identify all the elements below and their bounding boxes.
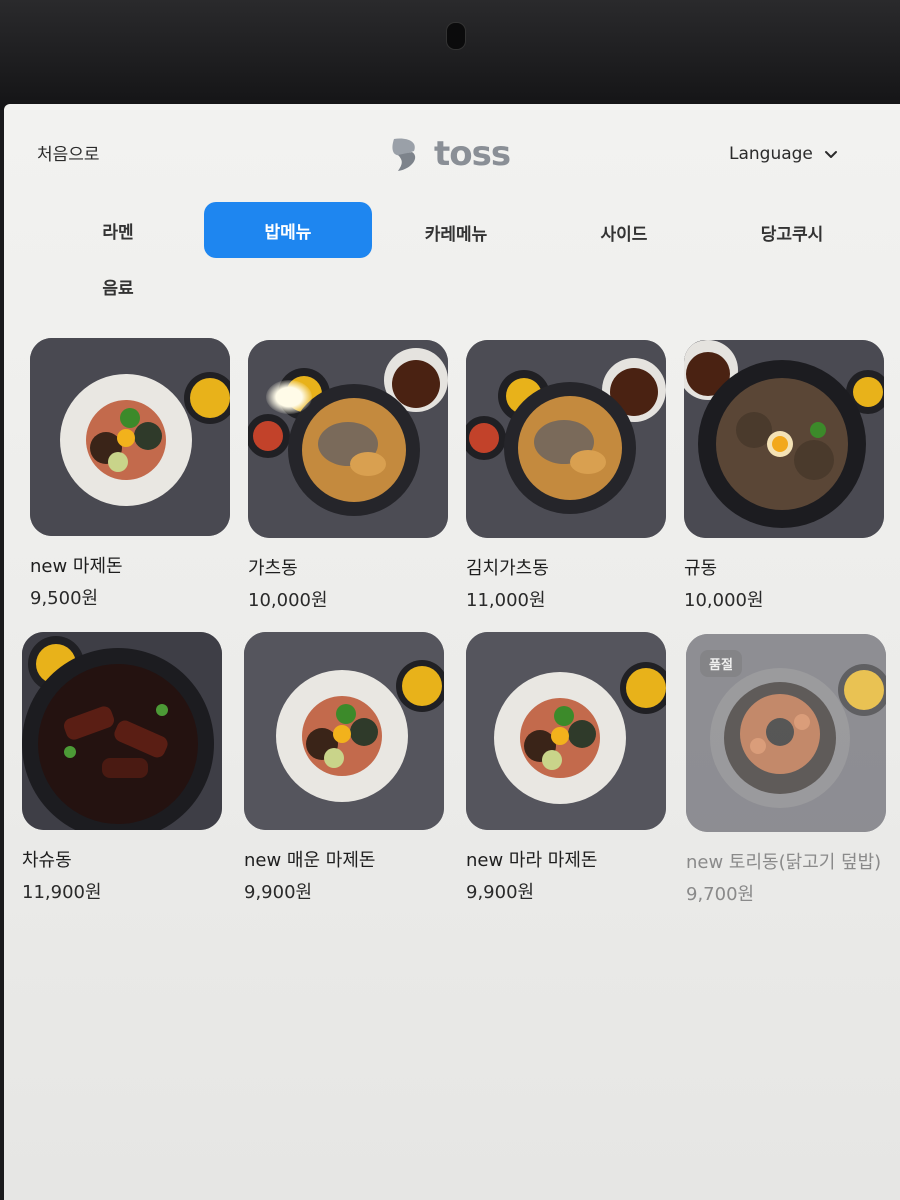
tab-side[interactable]: 사이드 (540, 204, 708, 260)
menu-item-name: new 마제돈 (30, 556, 123, 577)
menu-item-name: new 매운 마제돈 (244, 850, 376, 871)
menu-item-image (22, 632, 222, 830)
camera-icon (446, 22, 466, 50)
chevron-down-icon (824, 151, 837, 158)
menu-item-card[interactable]: new 매운 마제돈 9,900원 (244, 632, 448, 904)
menu-item-name: new 마라 마제돈 (466, 850, 598, 871)
menu-item-name: 규동 (684, 558, 718, 579)
language-selector[interactable]: Language (729, 144, 839, 164)
menu-item-price: 11,900원 (22, 882, 102, 903)
menu-item-name: 김치가츠동 (466, 558, 549, 579)
menu-item-card[interactable]: 김치가츠동 11,000원 (466, 340, 670, 612)
tab-rice[interactable]: 밥메뉴 (204, 202, 372, 258)
menu-item-price: 10,000원 (684, 590, 764, 611)
menu-item-image: 품절 (686, 634, 886, 832)
menu-item-card[interactable]: 차슈동 11,900원 (22, 632, 226, 904)
menu-item-price: 11,000원 (466, 590, 546, 611)
menu-item-name: 차슈동 (22, 850, 72, 871)
menu-item-price: 9,500원 (30, 588, 99, 609)
menu-item-image (244, 632, 444, 830)
screen-glare (266, 380, 312, 414)
menu-item-card[interactable]: new 마제돈 9,500원 (30, 338, 234, 610)
menu-item-image (684, 340, 884, 538)
kiosk-screen: 처음으로 toss Language 라멘 밥메뉴 카레메뉴 사이드 당고쿠시 … (4, 104, 900, 1200)
sold-out-badge: 품절 (700, 650, 742, 677)
logo-text: toss (434, 134, 511, 174)
menu-item-card[interactable]: 규동 10,000원 (684, 340, 888, 612)
device-bezel (0, 0, 900, 110)
menu-item-card[interactable]: 품절 new 토리동(닭고기 덮밥) 9,700원 (686, 634, 890, 906)
tab-drinks[interactable]: 음료 (34, 258, 202, 314)
menu-item-image (248, 340, 448, 538)
category-tabs: 라멘 밥메뉴 카레메뉴 사이드 당고쿠시 음료 (4, 202, 900, 322)
menu-item-price: 9,900원 (466, 882, 535, 903)
top-bar: 처음으로 toss Language (4, 104, 900, 204)
menu-item-image (466, 340, 666, 538)
menu-item-name: new 토리동(닭고기 덮밥) (686, 852, 882, 873)
tab-curry[interactable]: 카레메뉴 (372, 204, 540, 260)
menu-item-price: 10,000원 (248, 590, 328, 611)
toss-logo: toss (384, 132, 511, 176)
menu-item-card[interactable]: new 마라 마제돈 9,900원 (466, 632, 670, 904)
home-button[interactable]: 처음으로 (37, 140, 100, 165)
toss-logo-icon (392, 138, 416, 171)
menu-item-image (30, 338, 230, 536)
menu-item-image (466, 632, 666, 830)
language-label: Language (729, 144, 813, 164)
tab-dango[interactable]: 당고쿠시 (708, 204, 876, 260)
menu-item-price: 9,700원 (686, 884, 755, 905)
tab-ramen[interactable]: 라멘 (34, 202, 202, 258)
menu-item-price: 9,900원 (244, 882, 313, 903)
menu-item-name: 가츠동 (248, 558, 298, 579)
